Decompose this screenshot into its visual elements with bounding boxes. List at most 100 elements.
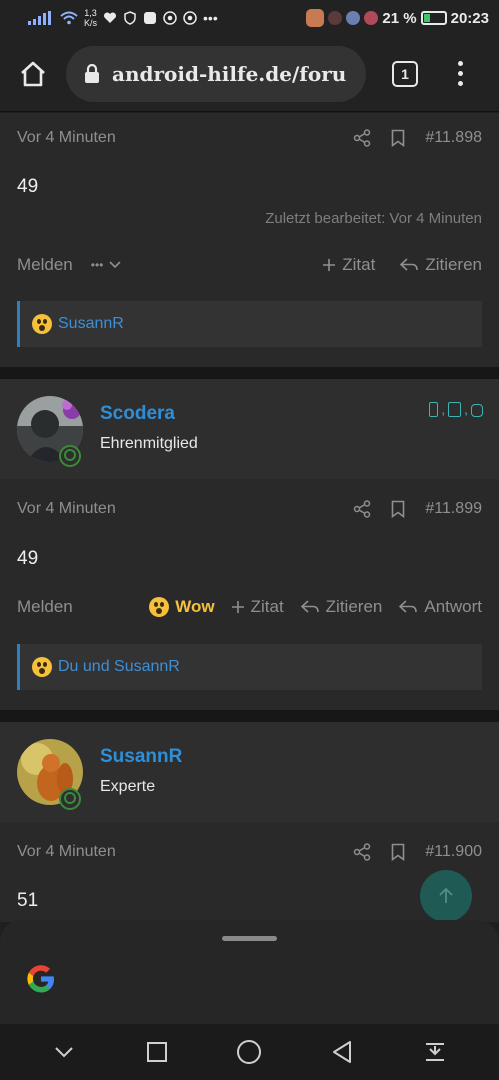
drag-handle[interactable] [222,936,277,941]
home-nav-button[interactable] [234,1037,264,1067]
chevron-down-icon [55,1047,74,1058]
google-logo-icon[interactable] [24,962,58,996]
home-button[interactable] [16,57,50,91]
tab-switcher-button[interactable]: 1 [392,60,418,87]
status-bar: 1,3 K/s ••• 21 % 20:23 [0,0,499,36]
reply-icon [300,600,319,613]
system-navigation-bar [0,1024,499,1080]
collapse-button[interactable] [49,1037,79,1067]
post-time[interactable]: Vor 4 Minuten [17,129,116,147]
browser-menu-button[interactable] [456,61,464,86]
reaction-users[interactable]: SusannR [58,315,124,333]
google-bottom-sheet[interactable] [0,920,499,1024]
app-icon-2 [328,11,343,25]
browser-toolbar: android-hilfe.de/foru 1 [0,36,499,112]
wifi-icon [60,11,78,25]
username[interactable]: SusannR [100,746,182,768]
wow-emoji-icon [32,314,52,334]
notification-pulldown-button[interactable] [420,1037,450,1067]
reaction-summary[interactable]: SusannR [17,301,482,347]
chevron-down-icon [109,261,121,269]
post-content: 51 [17,890,39,911]
more-dots: ••• [90,258,104,272]
wow-emoji-icon [32,657,52,677]
app-icon-4 [364,11,379,25]
quote-plus-label: Zitat [250,597,284,616]
more-actions-button[interactable]: ••• [91,258,122,272]
share-icon[interactable] [353,500,371,518]
cloud-icon [144,12,157,24]
reply-quote-button[interactable]: Zitieren [300,597,383,617]
quote-plus-label: Zitat [342,255,376,274]
bookmark-icon[interactable] [391,500,405,518]
heart-icon [104,12,117,23]
share-icon[interactable] [353,129,371,147]
chrome-icon-2 [183,11,197,25]
circle-icon [237,1040,262,1064]
reply-button[interactable]: Antwort [398,597,482,617]
app-icon [306,9,325,27]
user-devices: , , [429,401,483,417]
quote-plus-button[interactable]: Zitat [231,597,284,617]
post-number[interactable]: #11.899 [425,500,482,518]
post-time[interactable]: Vor 4 Minuten [17,843,116,861]
wow-reaction-button[interactable]: Wow [149,597,215,617]
reply-quote-label: Zitieren [325,597,383,616]
network-speed: 1,3 K/s [84,8,97,28]
user-title: Ehrenmitglied [100,435,198,452]
more-notifications-icon: ••• [203,10,218,26]
device-separator: , [464,401,468,417]
app-icon-3 [346,11,361,25]
lock-icon [85,63,99,83]
plus-icon [231,601,244,613]
back-triangle-icon [333,1041,352,1063]
quote-plus-button[interactable]: Zitat [322,255,375,275]
reply-quote-button[interactable]: Zitieren [399,255,482,275]
reaction-users[interactable]: Du und SusannR [58,658,180,676]
report-link[interactable]: Melden [17,255,73,275]
battery-percent: 21 % [382,9,417,27]
post-divider [0,710,499,722]
post-meta: Vor 4 Minuten #11.900 [17,840,482,864]
signal-icon [28,11,51,25]
address-bar[interactable]: android-hilfe.de/foru [66,45,366,102]
pull-down-icon [425,1043,444,1061]
post-divider [0,367,499,379]
user-title: Experte [100,778,156,795]
tablet-icon [448,402,462,417]
share-icon[interactable] [353,843,371,861]
clock: 20:23 [450,9,489,27]
back-button[interactable] [327,1037,357,1067]
reaction-summary[interactable]: Du und SusannR [17,644,482,690]
reply-label: Antwort [424,597,482,616]
edit-note: Zuletzt bearbeitet: Vor 4 Minuten [265,210,482,227]
post-time[interactable]: Vor 4 Minuten [17,500,116,518]
phone-icon [429,402,439,417]
bookmark-icon[interactable] [391,843,405,861]
reply-icon [400,258,419,271]
reply-quote-label: Zitieren [425,255,482,274]
square-icon [146,1042,167,1062]
post-number[interactable]: #11.900 [425,843,482,861]
bookmark-icon[interactable] [391,129,405,147]
url-text: android-hilfe.de/foru [112,61,347,86]
scroll-to-top-button[interactable] [420,870,472,922]
battery-icon [420,11,447,25]
post-number[interactable]: #11.898 [425,129,482,147]
device-separator: , [441,401,446,417]
post-meta: Vor 4 Minuten #11.898 [17,126,482,150]
watch-icon [471,404,483,417]
report-link[interactable]: Melden [17,597,73,617]
arrow-up-icon [439,887,453,903]
post-meta: Vor 4 Minuten #11.899 [17,497,482,521]
recents-button[interactable] [142,1037,172,1067]
online-status-icon [59,788,81,810]
username[interactable]: Scodera [100,403,175,425]
speed-unit: K/s [84,18,98,28]
post-actions: Melden Wow Zitat Zitieren Antwort [17,592,482,622]
post-content: 49 [17,548,39,569]
plus-icon [323,259,336,271]
user-header: Scodera Ehrenmitglied , , [0,379,499,479]
online-status-icon [59,445,81,467]
reply-icon [399,600,418,613]
